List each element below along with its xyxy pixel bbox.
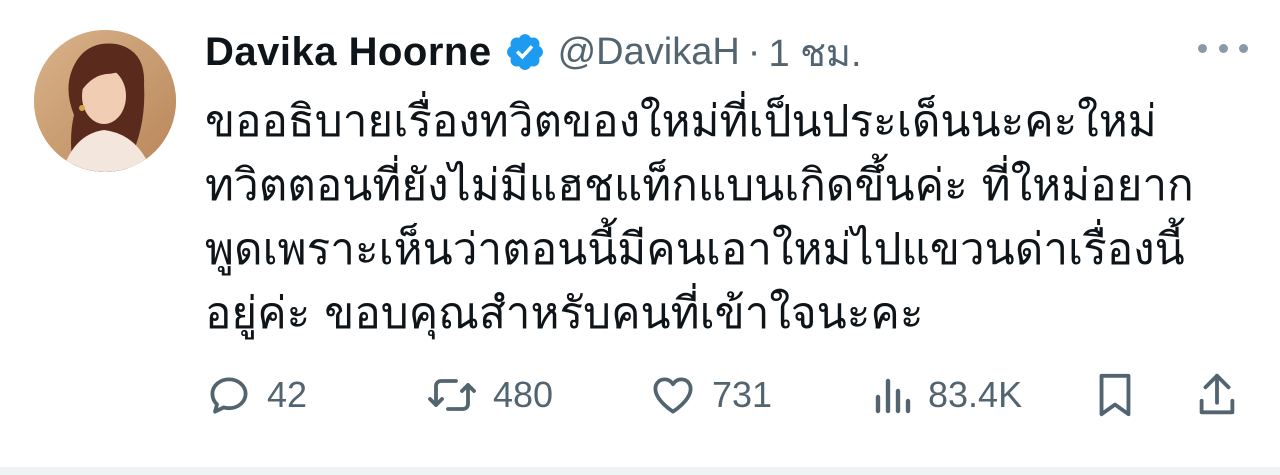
verified-badge-icon bbox=[504, 31, 546, 73]
retweet-button[interactable]: 480 bbox=[425, 365, 553, 425]
retweet-count: 480 bbox=[493, 374, 554, 415]
share-button[interactable] bbox=[1195, 365, 1239, 425]
bookmark-icon bbox=[1093, 370, 1137, 420]
tweet-timestamp[interactable]: 1 ชม. bbox=[768, 22, 861, 83]
more-horizontal-icon[interactable] bbox=[1198, 38, 1248, 58]
retweet-icon bbox=[425, 371, 479, 419]
tweet-text-line: อยู่ค่ะ ขอบคุณสำหรับคนที่เข้าใจนะคะ bbox=[205, 288, 924, 339]
tweet-text-line: ขออธิบายเรื่องทวิตของใหม่ที่เป็นประเด็นน… bbox=[205, 96, 1157, 147]
reply-bubble-icon bbox=[205, 371, 253, 419]
tweet-text: ขออธิบายเรื่องทวิตของใหม่ที่เป็นประเด็นน… bbox=[205, 90, 1265, 346]
reply-button[interactable]: 42 bbox=[205, 365, 307, 425]
like-count: 731 bbox=[712, 374, 773, 415]
views-count: 83.4K bbox=[928, 374, 1023, 415]
views-bars-icon bbox=[870, 371, 914, 419]
tweet-card[interactable]: Davika Hoorne @DavikaH · 1 ชม. ขออธิบายเ… bbox=[0, 0, 1280, 475]
reply-count: 42 bbox=[267, 374, 308, 415]
divider bbox=[0, 467, 1280, 475]
tweet-text-line: พูดเพราะเห็นว่าตอนนี้มีคนเอาใหม่ไปแขวนด่… bbox=[205, 224, 1185, 275]
heart-icon bbox=[648, 371, 698, 419]
author-display-name[interactable]: Davika Hoorne bbox=[205, 30, 492, 75]
tweet-actions-bar: 42 480 731 83.4K bbox=[205, 365, 1245, 425]
header-separator: · bbox=[747, 30, 761, 73]
tweet-text-line: ทวิตตอนที่ยังไม่มีแฮชแท็กแบนเกิดขึ้นค่ะ … bbox=[205, 160, 1194, 211]
like-button[interactable]: 731 bbox=[648, 365, 772, 425]
views-button[interactable]: 83.4K bbox=[870, 365, 1022, 425]
bookmark-button[interactable] bbox=[1093, 365, 1137, 425]
author-handle[interactable]: @DavikaH bbox=[558, 31, 740, 74]
share-upload-icon bbox=[1195, 370, 1239, 420]
avatar[interactable] bbox=[34, 30, 176, 172]
tweet-header: Davika Hoorne @DavikaH · 1 ชม. bbox=[205, 22, 862, 82]
